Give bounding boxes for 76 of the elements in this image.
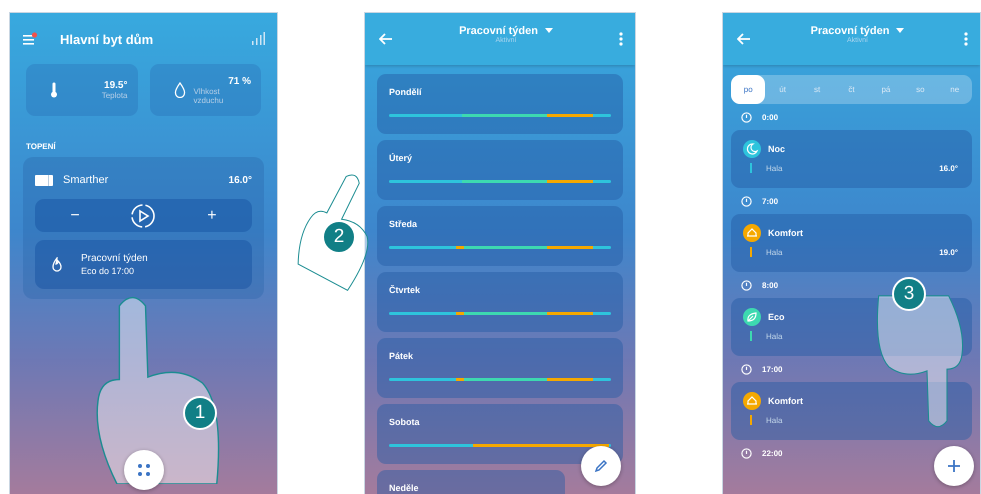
day-name: Úterý xyxy=(389,153,412,163)
day-card[interactable]: Čtvrtek xyxy=(377,272,623,332)
edit-button[interactable] xyxy=(581,446,621,486)
time-label: 22:00 xyxy=(762,448,782,458)
time-label: 8:00 xyxy=(762,280,778,290)
day-card[interactable]: Pátek xyxy=(377,338,623,398)
schedule-entry-card[interactable]: Eco Hala xyxy=(731,298,972,356)
zone-name: Hala xyxy=(766,416,784,424)
day-name: Pondělí xyxy=(389,87,422,97)
day-name: Středa xyxy=(389,219,418,229)
program-name: Pracovní týden xyxy=(81,253,148,264)
clock-icon xyxy=(741,196,752,206)
sensor-value: 19.5° xyxy=(104,80,128,91)
pencil-icon xyxy=(594,459,608,473)
schedule-entry-card[interactable]: Noc Hala 16.0° xyxy=(731,130,972,188)
day-name: Pátek xyxy=(389,351,414,361)
sensor-tile[interactable]: 71 % Vlhkost vzduchu xyxy=(150,64,261,116)
mode-name: Eco xyxy=(768,312,785,322)
set-temperature: 16.0° xyxy=(939,164,958,172)
plus-icon xyxy=(947,459,961,473)
day-card[interactable]: Středa xyxy=(377,206,623,266)
apps-button[interactable] xyxy=(124,450,164,490)
mode-name: Komfort xyxy=(768,396,803,406)
clock-icon xyxy=(741,280,752,290)
mode-name: Noc xyxy=(768,144,786,154)
sensor-tile[interactable]: 19.5° Teplota xyxy=(26,64,138,116)
increase-button[interactable]: + xyxy=(187,206,237,224)
day-name: Sobota xyxy=(389,417,420,427)
time-label: 17:00 xyxy=(762,364,782,374)
clock-icon xyxy=(741,364,752,374)
zone-name: Hala xyxy=(766,332,784,340)
device-name: Smarther xyxy=(63,174,110,186)
time-label: 7:00 xyxy=(762,196,778,206)
day-card[interactable]: Pondělí xyxy=(377,74,623,134)
schedule-entry-card[interactable]: Komfort Hala xyxy=(731,382,972,440)
clock-icon xyxy=(741,112,752,122)
set-temperature: 19.0° xyxy=(939,248,958,256)
mode-name: Komfort xyxy=(768,228,803,238)
zone-name: Hala xyxy=(766,248,784,256)
device-temperature: 16.0° xyxy=(228,174,252,186)
play-icon[interactable] xyxy=(130,202,156,228)
section-heading: TOPENÍ xyxy=(26,142,56,151)
day-name: Čtvrtek xyxy=(389,285,420,295)
screen-title[interactable]: Pracovní týden xyxy=(810,24,890,36)
clock-icon xyxy=(741,448,752,458)
day-card[interactable]: Sobota xyxy=(377,404,623,464)
dropdown-caret-icon[interactable] xyxy=(544,28,553,33)
sensor-value: 71 % xyxy=(228,76,251,86)
day-card[interactable]: Úterý xyxy=(377,140,623,200)
time-label: 0:00 xyxy=(762,112,778,122)
screen-title[interactable]: Pracovní týden xyxy=(459,24,538,36)
more-options-icon[interactable] xyxy=(964,32,968,46)
step-marker: 2 xyxy=(322,220,356,254)
flame-icon xyxy=(51,256,63,272)
program-status: Eco do 17:00 xyxy=(81,266,136,276)
sensor-label: Teplota xyxy=(102,91,128,100)
thermostat-icon xyxy=(35,174,53,186)
day-tab[interactable]: po xyxy=(731,75,766,104)
menu-icon[interactable] xyxy=(22,32,38,46)
drop-icon xyxy=(174,82,186,98)
more-options-icon[interactable] xyxy=(619,32,623,46)
sensor-label: Vlhkost vzduchu xyxy=(194,86,224,104)
schedule-entry-card[interactable]: Komfort Hala 19.0° xyxy=(731,214,972,272)
back-arrow-icon[interactable] xyxy=(737,33,751,45)
program-card[interactable]: Pracovní týden Eco do 17:00 xyxy=(35,240,252,289)
signal-icon[interactable] xyxy=(251,32,265,46)
thermometer-icon xyxy=(50,82,58,98)
home-title: Hlavní byt dům xyxy=(60,32,154,46)
day-card[interactable]: Neděle xyxy=(377,470,565,494)
day-name: Neděle xyxy=(389,483,419,493)
zone-name: Hala xyxy=(766,164,784,172)
back-arrow-icon[interactable] xyxy=(379,33,393,45)
decrease-button[interactable]: − xyxy=(50,206,100,224)
dropdown-caret-icon[interactable] xyxy=(896,28,904,33)
add-button[interactable] xyxy=(934,446,974,486)
dots-grid-icon xyxy=(136,462,152,478)
